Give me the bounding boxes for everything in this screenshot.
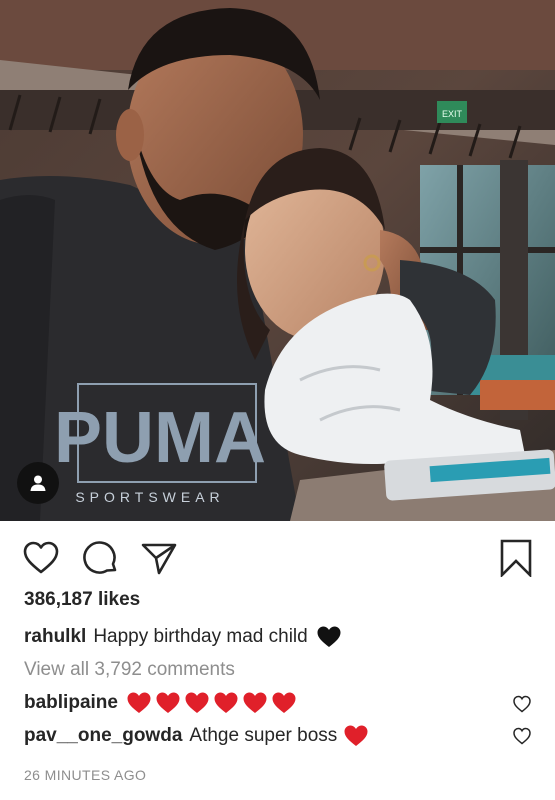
shirt-sub-text: SPORTSWEAR (75, 489, 224, 505)
red-heart-icon (156, 692, 180, 713)
shirt-brand-text: PUMA (54, 398, 266, 478)
action-bar (0, 521, 555, 593)
share-button[interactable] (140, 539, 178, 577)
comment-row: bablipaine (24, 691, 297, 715)
comment-username[interactable]: bablipaine (24, 692, 118, 714)
post-timestamp: 26 MINUTES AGO (24, 767, 147, 783)
view-all-comments-link[interactable]: View all 3,792 comments (24, 659, 235, 681)
red-heart-icon (185, 692, 209, 713)
bookmark-icon (500, 539, 532, 579)
caption-username[interactable]: rahulkl (24, 626, 86, 648)
person-icon (30, 475, 46, 491)
comment-like-button[interactable] (512, 694, 532, 714)
black-heart-icon (317, 626, 341, 647)
comment-username[interactable]: pav__one_gowda (24, 725, 182, 747)
paper-plane-icon (141, 543, 177, 575)
save-button[interactable] (497, 539, 535, 579)
heart-outline-icon (513, 695, 531, 713)
comment-emojis (123, 691, 297, 715)
red-heart-icon (127, 692, 151, 713)
heart-outline-icon (513, 727, 531, 745)
exit-sign-text: EXIT (442, 109, 463, 119)
comment-like-button[interactable] (512, 726, 532, 746)
comment-text: Athge super boss (189, 725, 338, 746)
red-heart-icon (272, 692, 296, 713)
red-heart-icon (344, 725, 368, 746)
caption-text: Happy birthday mad child (93, 626, 308, 647)
post-photo[interactable]: EXIT PUMA SPORTSWEAR (0, 0, 555, 521)
photo-illustration: EXIT PUMA SPORTSWEAR (0, 0, 555, 521)
red-heart-icon (243, 692, 267, 713)
comment-row: pav__one_gowda Athge super boss (24, 724, 369, 748)
tagged-users-button[interactable] (17, 462, 59, 504)
speech-bubble-icon (83, 541, 117, 574)
like-button[interactable] (22, 539, 60, 577)
caption: rahulkl Happy birthday mad child (24, 625, 342, 649)
likes-count[interactable]: 386,187 likes (24, 589, 140, 611)
red-heart-icon (214, 692, 238, 713)
heart-outline-icon (23, 541, 59, 574)
comment-button[interactable] (82, 539, 120, 577)
